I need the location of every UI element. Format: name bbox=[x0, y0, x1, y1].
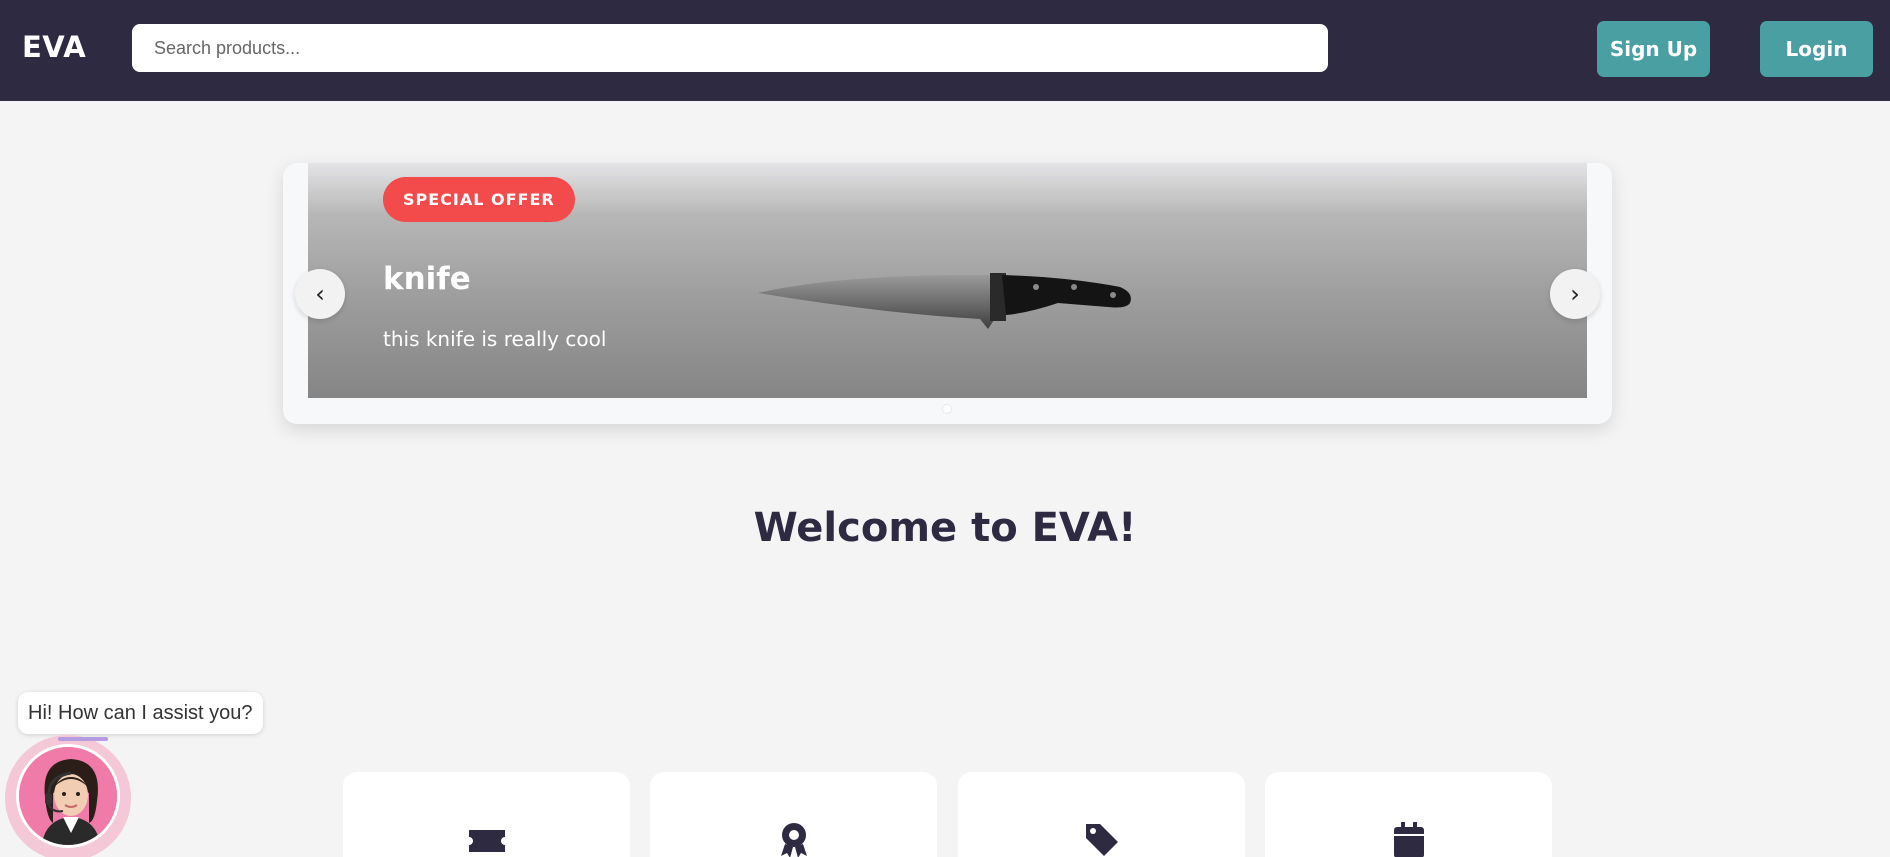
search-input[interactable] bbox=[132, 24, 1328, 72]
feature-cards bbox=[0, 772, 1890, 857]
ticket-icon bbox=[469, 830, 505, 852]
logo[interactable]: EVA bbox=[22, 30, 86, 64]
promo-carousel: SPECIAL OFFER knife this knife is really… bbox=[283, 163, 1612, 424]
support-agent-avatar[interactable] bbox=[16, 744, 120, 848]
slide-description: this knife is really cool bbox=[383, 327, 607, 351]
carousel-prev-button[interactable]: ‹ bbox=[295, 269, 345, 319]
top-navbar: EVA Sign Up Login bbox=[0, 0, 1890, 101]
tag-icon bbox=[1086, 824, 1118, 856]
carousel-dot[interactable] bbox=[942, 404, 952, 414]
knife-image bbox=[758, 273, 1131, 329]
special-offer-badge: SPECIAL OFFER bbox=[383, 177, 575, 222]
feature-card[interactable] bbox=[958, 772, 1245, 857]
feature-card[interactable] bbox=[1265, 772, 1552, 857]
login-button[interactable]: Login bbox=[1760, 21, 1873, 77]
award-icon bbox=[781, 823, 807, 857]
feature-card[interactable] bbox=[343, 772, 630, 857]
carousel-slide[interactable]: SPECIAL OFFER knife this knife is really… bbox=[308, 163, 1587, 398]
slide-title: knife bbox=[383, 261, 471, 297]
signup-button[interactable]: Sign Up bbox=[1597, 21, 1710, 77]
calendar-icon bbox=[1394, 822, 1424, 857]
chat-status-bar bbox=[58, 737, 108, 741]
welcome-heading: Welcome to EVA! bbox=[753, 505, 1137, 551]
feature-card[interactable] bbox=[650, 772, 937, 857]
chat-greeting-bubble[interactable]: Hi! How can I assist you? bbox=[18, 692, 263, 734]
carousel-next-button[interactable]: › bbox=[1550, 269, 1600, 319]
